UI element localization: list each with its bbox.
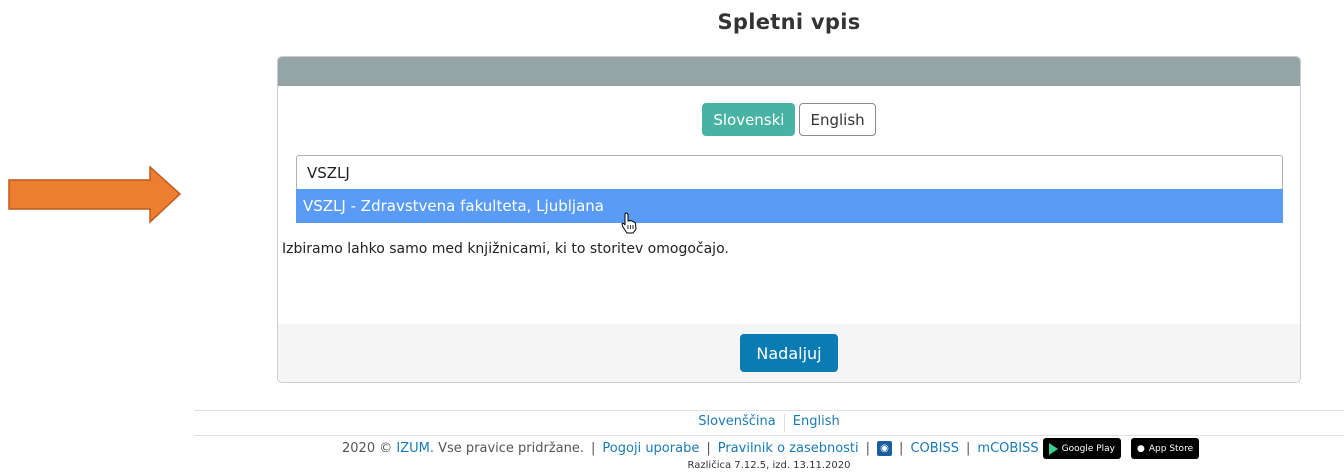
google-play-icon <box>1048 442 1058 455</box>
app-store-label: App Store <box>1148 443 1194 454</box>
rss-icon[interactable]: ◉ <box>877 441 893 456</box>
language-switcher: Slovenski English <box>278 103 1300 136</box>
card-footer: Nadaljuj <box>278 324 1300 382</box>
separator: | <box>966 441 971 456</box>
apple-icon: ● <box>1137 443 1145 454</box>
google-play-badge[interactable]: Google Play <box>1042 438 1122 459</box>
page-title: Spletni vpis <box>717 10 861 34</box>
orange-arrow-annotation <box>8 166 182 224</box>
version-text: Različica 7.12.5, izd. 13.11.2020 <box>687 460 851 471</box>
footer-lang-en-link[interactable]: English <box>785 414 848 432</box>
izum-link[interactable]: IZUM. <box>396 441 434 456</box>
terms-link[interactable]: Pogoji uporabe <box>602 441 699 456</box>
privacy-link[interactable]: Pravilnik o zasebnosti <box>718 441 859 456</box>
card-header <box>278 57 1300 86</box>
copyright-prefix: 2020 © <box>342 441 393 456</box>
footer-divider-bottom <box>194 435 1344 436</box>
cobiss-link[interactable]: COBISS <box>910 441 959 456</box>
lang-slovenski-button[interactable]: Slovenski <box>702 103 796 136</box>
mcobiss-link[interactable]: mCOBISS <box>977 441 1038 456</box>
hand-cursor-icon <box>621 212 637 234</box>
library-search-input[interactable] <box>296 155 1283 190</box>
enrollment-card: Slovenski English VSZLJ - Zdravstvena fa… <box>277 56 1301 383</box>
footer-links: 2020 © IZUM. Vse pravice pridržane. | Po… <box>342 438 1200 459</box>
lang-english-button[interactable]: English <box>799 103 876 136</box>
rights-text: Vse pravice pridržane. <box>438 441 585 456</box>
app-store-badge[interactable]: ● App Store <box>1131 438 1200 459</box>
info-text: Izbiramo lahko samo med knjižnicami, ki … <box>282 241 729 257</box>
separator: | <box>706 441 711 456</box>
footer-language-links: Slovenščina English <box>194 414 1344 432</box>
google-play-label: Google Play <box>1061 443 1116 454</box>
footer-divider-top <box>194 410 1344 411</box>
autocomplete-option[interactable]: VSZLJ - Zdravstvena fakulteta, Ljubljana <box>296 189 1283 223</box>
separator: | <box>591 441 596 456</box>
footer-lang-sl-link[interactable]: Slovenščina <box>690 414 784 432</box>
separator: | <box>865 441 871 456</box>
continue-button[interactable]: Nadaljuj <box>740 334 838 372</box>
separator: | <box>899 441 904 456</box>
